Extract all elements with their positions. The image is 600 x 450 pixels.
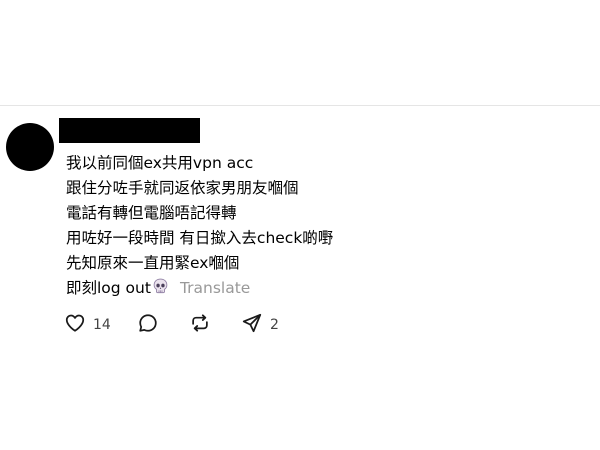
redacted-username[interactable] <box>59 118 200 143</box>
post-text-line: 用咗好一段時間 有日撳入去check啲嘢 <box>66 229 334 247</box>
action-bar: 14 2 <box>64 313 364 337</box>
repost-button[interactable] <box>189 313 211 337</box>
heart-icon <box>64 312 86 338</box>
like-count: 14 <box>93 317 111 333</box>
post-text-line: 跟住分咗手就同返依家男朋友嗰個 <box>66 179 299 197</box>
post-text-line: 即刻log out <box>66 279 151 297</box>
comment-icon <box>137 312 159 338</box>
post-text: 我以前同個ex共用vpn acc 跟住分咗手就同返依家男朋友嗰個 電話有轉但電腦… <box>66 151 586 301</box>
share-count: 2 <box>270 317 279 333</box>
like-button[interactable]: 14 <box>64 313 111 337</box>
post: 我以前同個ex共用vpn acc 跟住分咗手就同返依家男朋友嗰個 電話有轉但電腦… <box>0 106 600 450</box>
post-text-line: 先知原來一直用緊ex嗰個 <box>66 254 240 272</box>
send-icon <box>241 312 263 338</box>
post-text-line: 我以前同個ex共用vpn acc <box>66 154 254 172</box>
translate-link[interactable]: Translate <box>180 279 250 297</box>
reply-button[interactable] <box>137 313 159 337</box>
post-text-line: 電話有轉但電腦唔記得轉 <box>66 204 237 222</box>
skull-icon <box>152 278 169 303</box>
share-button[interactable]: 2 <box>241 313 279 337</box>
post-text-last-line: 即刻log out Translate <box>66 276 586 301</box>
avatar[interactable] <box>6 123 54 171</box>
repost-icon <box>189 312 211 338</box>
